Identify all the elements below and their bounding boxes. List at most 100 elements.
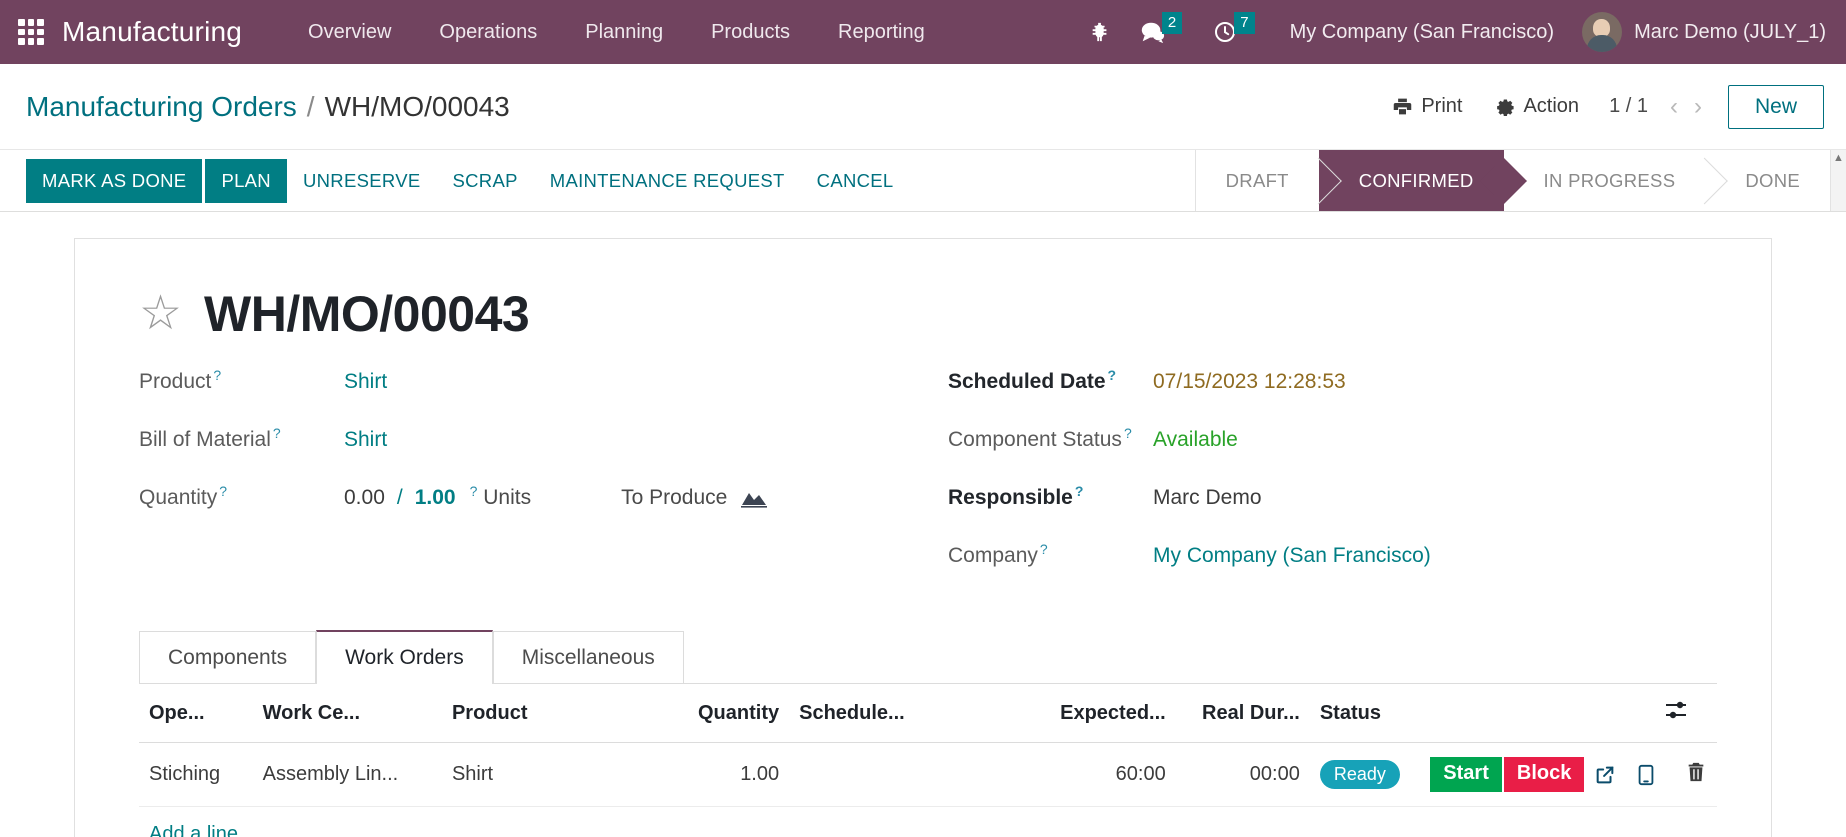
field-component-status-value: Available bbox=[1153, 428, 1238, 451]
tab-components[interactable]: Components bbox=[139, 631, 317, 684]
messages-button[interactable]: 2 bbox=[1125, 0, 1199, 64]
chevron-right-icon[interactable]: › bbox=[1686, 94, 1710, 119]
area-chart-icon[interactable] bbox=[741, 488, 768, 508]
notebook: Components Work Orders Miscellaneous Ope… bbox=[129, 629, 1717, 837]
help-icon[interactable]: ? bbox=[470, 483, 478, 499]
help-icon[interactable]: ? bbox=[1075, 483, 1084, 499]
external-link-icon[interactable] bbox=[1584, 764, 1626, 786]
cell-work-center[interactable]: Assembly Lin... bbox=[252, 742, 442, 807]
field-company-value[interactable]: My Company (San Francisco) bbox=[1153, 544, 1431, 568]
column-operation[interactable]: Ope... bbox=[139, 684, 253, 743]
scrap-button[interactable]: SCRAP bbox=[436, 159, 533, 203]
cell-real-duration[interactable]: 00:00 bbox=[1175, 742, 1310, 807]
help-icon[interactable]: ? bbox=[213, 367, 221, 383]
cell-product[interactable]: Shirt bbox=[441, 742, 640, 807]
cancel-button[interactable]: CANCEL bbox=[801, 159, 910, 203]
navbar-systray: 2 7 My Company (San Francisco) Marc Demo… bbox=[1075, 0, 1846, 64]
control-panel: Manufacturing Orders / WH/MO/00043 Print… bbox=[0, 64, 1846, 150]
field-company-label: Company? bbox=[948, 541, 1048, 567]
plan-button[interactable]: PLAN bbox=[205, 158, 287, 203]
field-bill-of-material-value[interactable]: Shirt bbox=[344, 428, 387, 452]
chevron-left-icon[interactable]: ‹ bbox=[1662, 94, 1686, 119]
trash-icon[interactable] bbox=[1685, 762, 1707, 788]
field-product: Product? Shirt bbox=[139, 367, 908, 425]
column-product[interactable]: Product bbox=[441, 684, 640, 743]
cell-quantity[interactable]: 1.00 bbox=[639, 742, 790, 807]
bug-icon[interactable] bbox=[1075, 0, 1125, 64]
cell-operation[interactable]: Stiching bbox=[139, 742, 253, 807]
breadcrumb-separator: / bbox=[306, 90, 315, 122]
cell-scheduled[interactable] bbox=[789, 742, 995, 807]
table-row[interactable]: Stiching Assembly Lin... Shirt 1.00 60:0… bbox=[139, 742, 1717, 807]
print-button[interactable]: Print bbox=[1376, 89, 1478, 124]
tab-miscellaneous[interactable]: Miscellaneous bbox=[492, 631, 684, 684]
field-product-value[interactable]: Shirt bbox=[344, 370, 387, 394]
field-bill-of-material-label: Bill of Material? bbox=[139, 425, 281, 451]
user-menu[interactable]: Marc Demo (JULY_1) bbox=[1572, 12, 1832, 52]
help-icon[interactable]: ? bbox=[273, 425, 281, 441]
mark-as-done-button[interactable]: MARK AS DONE bbox=[26, 158, 203, 203]
column-work-center[interactable]: Work Ce... bbox=[252, 684, 442, 743]
field-scheduled-date-value[interactable]: 07/15/2023 12:28:53 bbox=[1153, 370, 1346, 394]
help-icon[interactable]: ? bbox=[1124, 425, 1132, 441]
cell-expected-duration[interactable]: 60:00 bbox=[994, 742, 1176, 807]
main-menu: Overview Operations Planning Products Re… bbox=[284, 0, 949, 64]
stage-confirmed[interactable]: CONFIRMED bbox=[1318, 150, 1504, 211]
start-button[interactable]: Start bbox=[1430, 757, 1502, 792]
activities-button[interactable]: 7 bbox=[1199, 0, 1271, 64]
menu-item-operations[interactable]: Operations bbox=[415, 0, 561, 64]
work-orders-table: Ope... Work Ce... Product Quantity Sched… bbox=[139, 684, 1717, 837]
action-button[interactable]: Action bbox=[1478, 89, 1595, 124]
scroll-up-icon[interactable]: ▲ bbox=[1833, 153, 1844, 164]
stage-in-progress[interactable]: IN PROGRESS bbox=[1503, 150, 1706, 211]
apps-grid-icon[interactable] bbox=[18, 19, 44, 45]
column-quantity[interactable]: Quantity bbox=[639, 684, 790, 743]
breadcrumb-current: WH/MO/00043 bbox=[324, 90, 510, 122]
add-line-row: Add a line bbox=[139, 807, 1717, 837]
help-icon[interactable]: ? bbox=[1108, 367, 1117, 383]
help-icon[interactable]: ? bbox=[219, 483, 227, 499]
status-bar: MARK AS DONE PLAN UNRESERVE SCRAP MAINTE… bbox=[0, 150, 1846, 212]
column-status[interactable]: Status bbox=[1309, 684, 1421, 743]
field-scheduled-date-label: Scheduled Date? bbox=[948, 367, 1117, 393]
breadcrumb-parent[interactable]: Manufacturing Orders bbox=[26, 91, 297, 123]
control-panel-actions: Print Action 1 / 1 ‹ › New bbox=[1376, 84, 1824, 129]
add-a-line-link[interactable]: Add a line bbox=[139, 807, 248, 837]
field-component-status: Component Status? Available bbox=[948, 425, 1717, 483]
form-view-container: ☆ WH/MO/00043 Product? Shirt Bill of Mat… bbox=[0, 212, 1846, 837]
quantity-to-produce[interactable]: 1.00 bbox=[415, 486, 456, 510]
maintenance-request-button[interactable]: MAINTENANCE REQUEST bbox=[534, 159, 801, 203]
menu-item-overview[interactable]: Overview bbox=[284, 0, 415, 64]
app-brand-manufacturing[interactable]: Manufacturing bbox=[62, 16, 242, 48]
tab-work-orders[interactable]: Work Orders bbox=[316, 630, 493, 684]
menu-item-planning[interactable]: Planning bbox=[561, 0, 687, 64]
field-quantity-label: Quantity? bbox=[139, 483, 228, 509]
column-expected-duration[interactable]: Expected... bbox=[994, 684, 1176, 743]
cell-actions: Start Block bbox=[1420, 742, 1654, 807]
block-button[interactable]: Block bbox=[1503, 757, 1585, 792]
tablet-icon[interactable] bbox=[1626, 764, 1654, 786]
stage-draft[interactable]: DRAFT bbox=[1195, 150, 1319, 211]
menu-item-reporting[interactable]: Reporting bbox=[814, 0, 949, 64]
avatar bbox=[1582, 12, 1623, 52]
help-icon[interactable]: ? bbox=[1040, 541, 1048, 557]
menu-item-products[interactable]: Products bbox=[687, 0, 814, 64]
star-outline-icon[interactable]: ☆ bbox=[139, 290, 182, 338]
table-header-row: Ope... Work Ce... Product Quantity Sched… bbox=[139, 684, 1717, 743]
quantity-uom: ? Units bbox=[469, 483, 532, 509]
column-real-duration[interactable]: Real Dur... bbox=[1175, 684, 1310, 743]
quantity-produced[interactable]: 0.00 bbox=[344, 486, 385, 510]
sliders-icon[interactable] bbox=[1653, 684, 1717, 743]
left-field-column: Product? Shirt Bill of Material? Shirt Q… bbox=[139, 367, 908, 599]
gear-icon bbox=[1494, 96, 1515, 117]
column-scheduled[interactable]: Schedule... bbox=[789, 684, 995, 743]
quantity-values: 0.00 / 1.00 ? Units To Produce bbox=[344, 483, 768, 510]
printer-icon bbox=[1392, 96, 1413, 117]
right-field-column: Scheduled Date? 07/15/2023 12:28:53 Comp… bbox=[948, 367, 1717, 599]
page-scrollbar[interactable]: ▲ bbox=[1830, 150, 1846, 211]
field-responsible-label: Responsible? bbox=[948, 483, 1084, 509]
new-button[interactable]: New bbox=[1727, 84, 1824, 129]
unreserve-button[interactable]: UNRESERVE bbox=[287, 159, 437, 203]
field-responsible-value[interactable]: Marc Demo bbox=[1153, 486, 1262, 510]
company-switcher[interactable]: My Company (San Francisco) bbox=[1272, 21, 1573, 44]
